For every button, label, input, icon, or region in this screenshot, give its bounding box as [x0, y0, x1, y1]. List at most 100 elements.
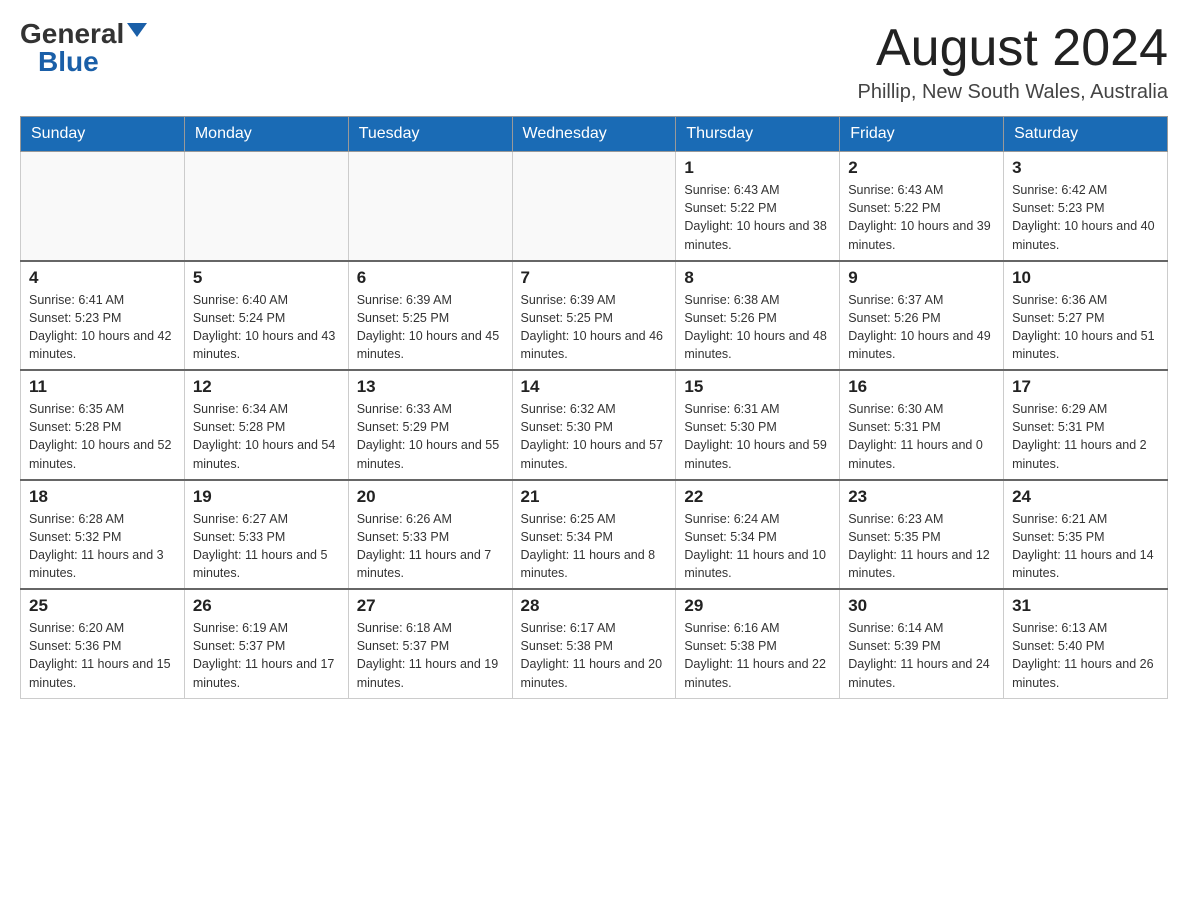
calendar-cell: [184, 152, 348, 261]
weekday-header-row: SundayMondayTuesdayWednesdayThursdayFrid…: [21, 117, 1168, 152]
day-info: Sunrise: 6:24 AM Sunset: 5:34 PM Dayligh…: [684, 510, 831, 583]
day-number: 10: [1012, 268, 1159, 288]
calendar-cell: 13Sunrise: 6:33 AM Sunset: 5:29 PM Dayli…: [348, 370, 512, 480]
day-number: 9: [848, 268, 995, 288]
day-info: Sunrise: 6:42 AM Sunset: 5:23 PM Dayligh…: [1012, 181, 1159, 254]
calendar-cell: 22 Sunrise: 6:24 AM Sunset: 5:34 PM Dayli…: [676, 480, 840, 590]
day-number: 19: [193, 487, 340, 507]
day-info: Sunrise: 6:18 AM Sunset: 5:37 PM Dayligh…: [357, 619, 504, 692]
day-number: 11: [29, 377, 176, 397]
calendar-cell: 10 Sunrise: 6:36 AM Sunset: 5:27 PM Dayli…: [1004, 261, 1168, 371]
week-row-1: 1 Sunrise: 6:43 AM Sunset: 5:22 PM Daylig…: [21, 152, 1168, 261]
calendar-cell: 15Sunrise: 6:31 AM Sunset: 5:30 PM Dayli…: [676, 370, 840, 480]
day-info: Sunrise: 6:25 AM Sunset: 5:34 PM Dayligh…: [521, 510, 668, 583]
day-number: 12: [193, 377, 340, 397]
calendar-cell: 23 Sunrise: 6:23 AM Sunset: 5:35 PM Dayli…: [840, 480, 1004, 590]
calendar-cell: 1 Sunrise: 6:43 AM Sunset: 5:22 PM Daylig…: [676, 152, 840, 261]
logo: General Blue: [20, 20, 147, 76]
calendar-cell: 11 Sunrise: 6:35 AM Sunset: 5:28 PM Dayli…: [21, 370, 185, 480]
day-number: 27: [357, 596, 504, 616]
day-number: 5: [193, 268, 340, 288]
day-number: 16: [848, 377, 995, 397]
day-info: Sunrise: 6:17 AM Sunset: 5:38 PM Dayligh…: [521, 619, 668, 692]
calendar-cell: [21, 152, 185, 261]
day-number: 26: [193, 596, 340, 616]
calendar-cell: 21 Sunrise: 6:25 AM Sunset: 5:34 PM Dayli…: [512, 480, 676, 590]
day-number: 23: [848, 487, 995, 507]
day-number: 13: [357, 377, 504, 397]
day-info: Sunrise: 6:23 AM Sunset: 5:35 PM Dayligh…: [848, 510, 995, 583]
day-info: Sunrise: 6:39 AM Sunset: 5:25 PM Dayligh…: [357, 291, 504, 364]
logo-general-text: General: [20, 20, 124, 48]
calendar-cell: 4 Sunrise: 6:41 AM Sunset: 5:23 PM Daylig…: [21, 261, 185, 371]
day-info: Sunrise: 6:29 AM Sunset: 5:31 PM Dayligh…: [1012, 400, 1159, 473]
calendar-cell: 18 Sunrise: 6:28 AM Sunset: 5:32 PM Dayli…: [21, 480, 185, 590]
weekday-header-friday: Friday: [840, 117, 1004, 152]
day-info: Sunrise: 6:40 AM Sunset: 5:24 PM Dayligh…: [193, 291, 340, 364]
day-info: Sunrise: 6:19 AM Sunset: 5:37 PM Dayligh…: [193, 619, 340, 692]
day-number: 8: [684, 268, 831, 288]
calendar-cell: 2Sunrise: 6:43 AM Sunset: 5:22 PM Daylig…: [840, 152, 1004, 261]
logo-triangle-icon: [127, 23, 147, 37]
calendar-cell: 28 Sunrise: 6:17 AM Sunset: 5:38 PM Dayli…: [512, 589, 676, 698]
day-number: 4: [29, 268, 176, 288]
day-number: 14: [521, 377, 668, 397]
calendar-cell: 31Sunrise: 6:13 AM Sunset: 5:40 PM Dayli…: [1004, 589, 1168, 698]
day-number: 17: [1012, 377, 1159, 397]
day-number: 1: [684, 158, 831, 178]
day-number: 7: [521, 268, 668, 288]
weekday-header-sunday: Sunday: [21, 117, 185, 152]
weekday-header-tuesday: Tuesday: [348, 117, 512, 152]
calendar-cell: 9 Sunrise: 6:37 AM Sunset: 5:26 PM Daylig…: [840, 261, 1004, 371]
weekday-header-saturday: Saturday: [1004, 117, 1168, 152]
day-number: 22: [684, 487, 831, 507]
day-number: 28: [521, 596, 668, 616]
calendar-cell: 25 Sunrise: 6:20 AM Sunset: 5:36 PM Dayli…: [21, 589, 185, 698]
month-title: August 2024: [857, 20, 1168, 77]
title-block: August 2024 Phillip, New South Wales, Au…: [857, 20, 1168, 104]
day-info: Sunrise: 6:36 AM Sunset: 5:27 PM Dayligh…: [1012, 291, 1159, 364]
weekday-header-wednesday: Wednesday: [512, 117, 676, 152]
day-info: Sunrise: 6:30 AM Sunset: 5:31 PM Dayligh…: [848, 400, 995, 473]
week-row-4: 18 Sunrise: 6:28 AM Sunset: 5:32 PM Dayli…: [21, 480, 1168, 590]
day-number: 25: [29, 596, 176, 616]
calendar-cell: 16 Sunrise: 6:30 AM Sunset: 5:31 PM Dayli…: [840, 370, 1004, 480]
day-info: Sunrise: 6:31 AM Sunset: 5:30 PM Dayligh…: [684, 400, 831, 473]
day-info: Sunrise: 6:32 AM Sunset: 5:30 PM Dayligh…: [521, 400, 668, 473]
day-info: Sunrise: 6:26 AM Sunset: 5:33 PM Dayligh…: [357, 510, 504, 583]
day-info: Sunrise: 6:41 AM Sunset: 5:23 PM Dayligh…: [29, 291, 176, 364]
week-row-3: 11 Sunrise: 6:35 AM Sunset: 5:28 PM Dayli…: [21, 370, 1168, 480]
calendar-cell: 26 Sunrise: 6:19 AM Sunset: 5:37 PM Dayli…: [184, 589, 348, 698]
calendar-cell: 27 Sunrise: 6:18 AM Sunset: 5:37 PM Dayli…: [348, 589, 512, 698]
day-info: Sunrise: 6:16 AM Sunset: 5:38 PM Dayligh…: [684, 619, 831, 692]
calendar-cell: 3 Sunrise: 6:42 AM Sunset: 5:23 PM Daylig…: [1004, 152, 1168, 261]
day-info: Sunrise: 6:27 AM Sunset: 5:33 PM Dayligh…: [193, 510, 340, 583]
day-number: 21: [521, 487, 668, 507]
calendar-cell: 17 Sunrise: 6:29 AM Sunset: 5:31 PM Dayli…: [1004, 370, 1168, 480]
day-info: Sunrise: 6:43 AM Sunset: 5:22 PM Dayligh…: [684, 181, 831, 254]
calendar-cell: 6 Sunrise: 6:39 AM Sunset: 5:25 PM Daylig…: [348, 261, 512, 371]
calendar-cell: [348, 152, 512, 261]
day-number: 20: [357, 487, 504, 507]
day-number: 18: [29, 487, 176, 507]
day-info: Sunrise: 6:28 AM Sunset: 5:32 PM Dayligh…: [29, 510, 176, 583]
calendar-cell: 5 Sunrise: 6:40 AM Sunset: 5:24 PM Daylig…: [184, 261, 348, 371]
day-info: Sunrise: 6:34 AM Sunset: 5:28 PM Dayligh…: [193, 400, 340, 473]
day-number: 3: [1012, 158, 1159, 178]
day-info: Sunrise: 6:20 AM Sunset: 5:36 PM Dayligh…: [29, 619, 176, 692]
calendar-cell: 12 Sunrise: 6:34 AM Sunset: 5:28 PM Dayli…: [184, 370, 348, 480]
page-header: General Blue August 2024 Phillip, New So…: [20, 20, 1168, 104]
day-number: 6: [357, 268, 504, 288]
calendar-cell: 29Sunrise: 6:16 AM Sunset: 5:38 PM Dayli…: [676, 589, 840, 698]
day-info: Sunrise: 6:37 AM Sunset: 5:26 PM Dayligh…: [848, 291, 995, 364]
weekday-header-thursday: Thursday: [676, 117, 840, 152]
calendar-cell: 24Sunrise: 6:21 AM Sunset: 5:35 PM Dayli…: [1004, 480, 1168, 590]
day-number: 30: [848, 596, 995, 616]
day-info: Sunrise: 6:21 AM Sunset: 5:35 PM Dayligh…: [1012, 510, 1159, 583]
day-info: Sunrise: 6:39 AM Sunset: 5:25 PM Dayligh…: [521, 291, 668, 364]
calendar-cell: 19 Sunrise: 6:27 AM Sunset: 5:33 PM Dayli…: [184, 480, 348, 590]
logo-blue-text: Blue: [20, 48, 99, 76]
day-info: Sunrise: 6:14 AM Sunset: 5:39 PM Dayligh…: [848, 619, 995, 692]
weekday-header-monday: Monday: [184, 117, 348, 152]
day-info: Sunrise: 6:35 AM Sunset: 5:28 PM Dayligh…: [29, 400, 176, 473]
